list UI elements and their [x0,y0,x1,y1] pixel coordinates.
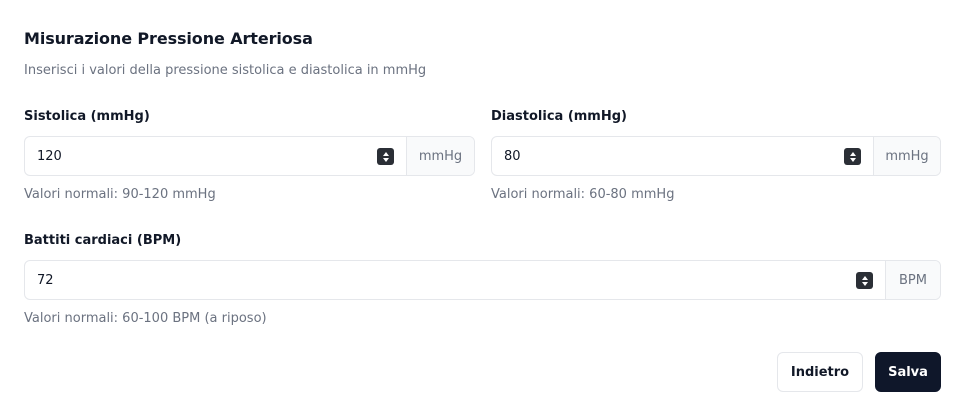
diastolic-label: Diastolica (mmHg) [491,109,627,124]
diastolic-unit-addon: mmHg [873,137,940,175]
dialog-title: Misurazione Pressione Arteriosa [24,29,313,48]
heart-rate-input[interactable] [25,261,885,299]
systolic-input[interactable] [25,137,406,175]
systolic-input-wrap [25,137,406,175]
heart-rate-hint: Valori normali: 60-100 BPM (a riposo) [24,311,267,326]
save-button[interactable]: Salva [875,352,941,392]
diastolic-input[interactable] [492,137,873,175]
back-button[interactable]: Indietro [777,352,863,392]
diastolic-input-group: mmHg [491,136,941,176]
diastolic-input-wrap [492,137,873,175]
heart-rate-input-wrap [25,261,885,299]
heart-rate-label: Battiti cardiaci (BPM) [24,233,182,248]
dialog-subtitle: Inserisci i valori della pressione sisto… [24,63,427,78]
systolic-hint: Valori normali: 90-120 mmHg [24,187,216,202]
heart-rate-unit-addon: BPM [885,261,940,299]
systolic-input-group: mmHg [24,136,475,176]
stepper-up-icon[interactable] [861,275,868,280]
systolic-stepper-icon[interactable] [377,148,394,165]
stepper-down-icon[interactable] [849,157,856,162]
diastolic-hint: Valori normali: 60-80 mmHg [491,187,675,202]
stepper-up-icon[interactable] [849,151,856,156]
systolic-unit-addon: mmHg [406,137,474,175]
heart-rate-input-group: BPM [24,260,941,300]
stepper-down-icon[interactable] [861,281,868,286]
stepper-down-icon[interactable] [382,157,389,162]
stepper-up-icon[interactable] [382,151,389,156]
systolic-label: Sistolica (mmHg) [24,109,150,124]
diastolic-stepper-icon[interactable] [844,148,861,165]
heart-rate-stepper-icon[interactable] [856,272,873,289]
blood-pressure-dialog: Misurazione Pressione Arteriosa Inserisc… [0,0,965,416]
